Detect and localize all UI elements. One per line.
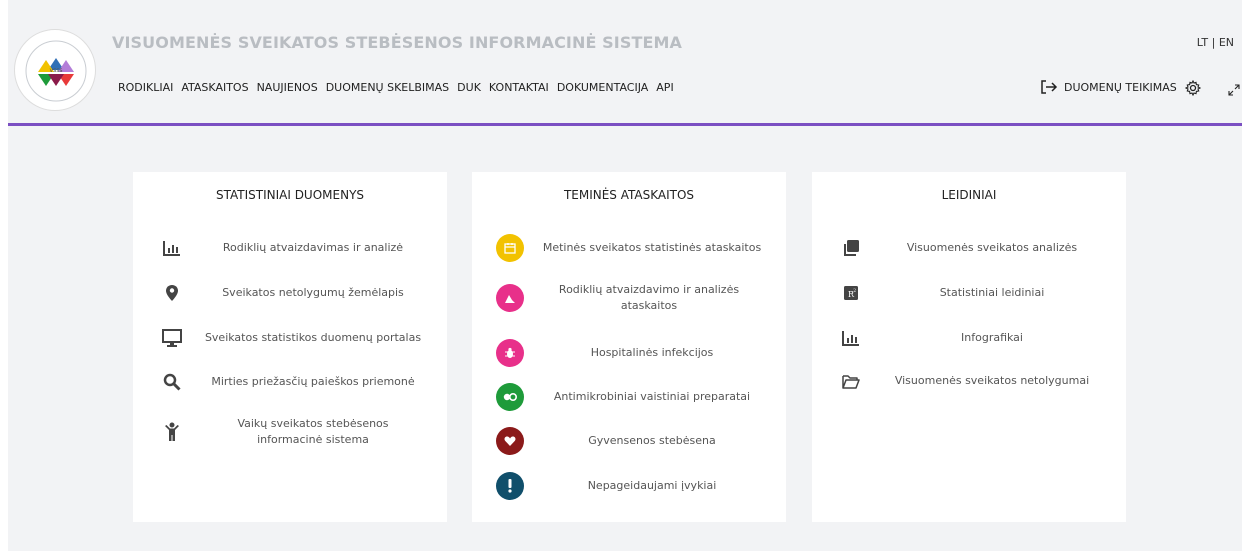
pub-item-statistiniai[interactable]: R2 Statistiniai leidiniai <box>812 275 1126 311</box>
calendar-icon <box>496 234 524 262</box>
nav-duk[interactable]: DUK <box>457 81 481 94</box>
nav-api[interactable]: API <box>656 81 673 94</box>
card-title: STATISTINIAI DUOMENYS <box>215 188 365 202</box>
nav-rodikliai[interactable]: RODIKLIAI <box>118 81 173 94</box>
chart-icon <box>496 284 524 312</box>
bug-icon <box>496 339 524 367</box>
site-header: vsss VISUOMENĖS SVEIKATOS STEBĖSENOS INF… <box>8 0 1242 126</box>
lang-en[interactable]: EN <box>1219 36 1234 49</box>
report-item-hospitalines[interactable]: Hospitalinės infekcijos <box>472 335 786 371</box>
card-temines-ataskaitos: TEMINĖS ATASKAITOS Metinės sveikatos sta… <box>472 172 786 522</box>
page-edge <box>0 0 8 551</box>
pub-item-netolygumai[interactable]: Visuomenės sveikatos netolygumai <box>812 363 1126 399</box>
stat-item-portalas[interactable]: Sveikatos statistikos duomenų portalas <box>133 320 447 356</box>
pub-item-label: Infografikai <box>961 331 1023 344</box>
expand-icon[interactable] <box>1228 84 1240 96</box>
svg-text:vsss: vsss <box>50 67 63 74</box>
stat-item-rodikliai[interactable]: Rodiklių atvaizdavimas ir analizė <box>133 230 447 266</box>
sign-in-icon <box>1041 80 1058 94</box>
vsss-logo-icon[interactable]: vsss <box>14 29 96 111</box>
stat-item-label: Sveikatos statistikos duomenų portalas <box>204 331 422 344</box>
pub-item-infografikai[interactable]: Infografikai <box>812 320 1126 356</box>
gear-icon[interactable] <box>1185 80 1201 96</box>
pub-item-label: Visuomenės sveikatos analizės <box>906 241 1078 254</box>
monitor-icon <box>161 327 183 349</box>
map-pin-icon <box>161 282 183 304</box>
stat-item-zemelapis[interactable]: Sveikatos netolygumų žemėlapis <box>133 275 447 311</box>
report-item-antimikrobiniai[interactable]: Antimikrobiniai vaistiniai preparatai <box>472 379 786 415</box>
pub-item-label: Statistiniai leidiniai <box>939 286 1045 299</box>
nav-naujienos[interactable]: NAUJIENOS <box>257 81 318 94</box>
card-title: LEIDINIAI <box>941 188 997 202</box>
report-item-label: Metinės sveikatos statistinės ataskaitos <box>542 241 762 254</box>
search-icon <box>161 371 183 393</box>
stat-item-label: Rodiklių atvaizdavimas ir analizė <box>222 241 404 254</box>
folder-icon <box>840 370 862 392</box>
stat-item-label: Vaikų sveikatos stebėsenos informacinė s… <box>237 417 389 446</box>
nav-dokumentacija[interactable]: DOKUMENTACIJA <box>557 81 648 94</box>
card-statistiniai-duomenys: STATISTINIAI DUOMENYS Rodiklių atvaizdav… <box>133 172 447 522</box>
data-submit-button[interactable]: DUOMENŲ TEIKIMAS <box>1040 80 1177 94</box>
svg-text:2: 2 <box>853 288 856 294</box>
pub-item-label: Visuomenės sveikatos netolygumai <box>894 374 1090 387</box>
lang-separator: | <box>1208 36 1219 49</box>
bar-chart-icon <box>161 237 183 259</box>
report-item-gyvensenos[interactable]: Gyvensenos stebėsena <box>472 423 786 459</box>
main-nav: RODIKLIAI ATASKAITOS NAUJIENOS DUOMENŲ S… <box>118 81 674 94</box>
exclamation-icon <box>496 472 524 500</box>
stat-item-label: Mirties priežasčių paieškos priemonė <box>211 375 415 388</box>
report-item-label: Rodiklių atvaizdavimo ir analizės ataska… <box>558 283 740 312</box>
card-title: TEMINĖS ATASKAITOS <box>563 188 695 202</box>
heart-icon <box>496 427 524 455</box>
data-submit-label: DUOMENŲ TEIKIMAS <box>1064 80 1177 94</box>
r-squared-icon: R2 <box>840 282 862 304</box>
report-item-nepageidaujami[interactable]: Nepageidaujami įvykiai <box>472 468 786 504</box>
nav-ataskaitos[interactable]: ATASKAITOS <box>181 81 248 94</box>
child-icon <box>161 421 183 443</box>
report-item-label: Hospitalinės infekcijos <box>590 346 714 359</box>
stat-item-label: Sveikatos netolygumų žemėlapis <box>222 286 404 299</box>
site-title: VISUOMENĖS SVEIKATOS STEBĖSENOS INFORMAC… <box>112 33 683 52</box>
bar-chart-icon <box>840 327 862 349</box>
stat-item-mirties[interactable]: Mirties priežasčių paieškos priemonė <box>133 364 447 400</box>
stat-item-vaiku[interactable]: Vaikų sveikatos stebėsenos informacinė s… <box>133 410 447 454</box>
report-item-label: Nepageidaujami įvykiai <box>587 479 717 492</box>
report-item-label: Antimikrobiniai vaistiniai preparatai <box>553 390 751 403</box>
report-item-metines[interactable]: Metinės sveikatos statistinės ataskaitos <box>472 230 786 266</box>
copy-icon <box>840 237 862 259</box>
language-switcher: LT | EN <box>1197 36 1234 49</box>
report-item-rodikliu[interactable]: Rodiklių atvaizdavimo ir analizės ataska… <box>472 276 786 320</box>
pub-item-analizes[interactable]: Visuomenės sveikatos analizės <box>812 230 1126 266</box>
lang-lt[interactable]: LT <box>1197 36 1208 49</box>
pills-icon <box>496 383 524 411</box>
nav-duomenu-skelbimas[interactable]: DUOMENŲ SKELBIMAS <box>326 81 449 94</box>
card-leidiniai: LEIDINIAI Visuomenės sveikatos analizės … <box>812 172 1126 522</box>
report-item-label: Gyvensenos stebėsena <box>588 434 716 447</box>
nav-kontaktai[interactable]: KONTAKTAI <box>489 81 549 94</box>
